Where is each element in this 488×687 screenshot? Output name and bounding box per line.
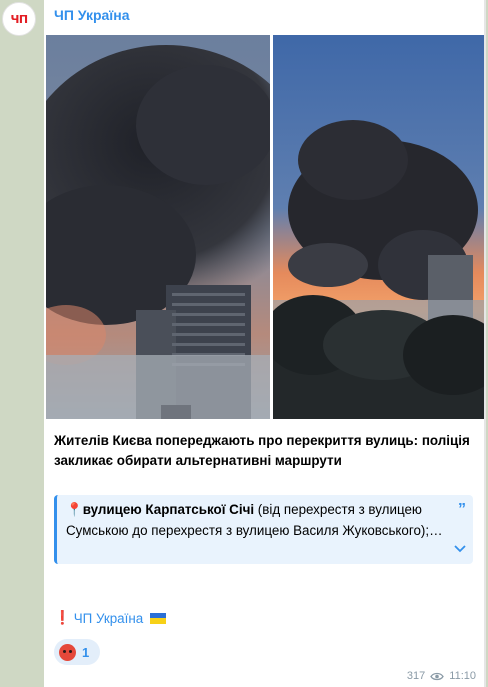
angry-face-icon	[59, 643, 76, 661]
reaction-count: 1	[82, 644, 90, 660]
source-link[interactable]: ЧП Україна	[74, 611, 144, 626]
post-headline: Жителів Києва попереджають про перекритт…	[54, 433, 470, 468]
pin-icon: 📍	[66, 502, 83, 517]
scrollbar[interactable]	[484, 0, 486, 687]
exclamation-icon: ❗	[54, 610, 71, 625]
source-line: ❗ ЧП Україна	[54, 610, 167, 626]
photo-1[interactable]	[46, 35, 270, 419]
quote-block[interactable]: 📍вулицею Карпатської Січі (від перехрест…	[54, 495, 473, 564]
photo-2[interactable]	[273, 35, 484, 419]
quote-street: вулицею Карпатської Січі	[82, 502, 255, 517]
eye-icon	[430, 672, 445, 680]
channel-avatar[interactable]: ЧП	[2, 2, 36, 36]
message-bubble: ЧП Україна Жителів Києва попереджають пр…	[44, 0, 486, 687]
reaction-button[interactable]: 1	[54, 639, 100, 665]
message-meta: 317 11:10	[407, 670, 476, 682]
chevron-down-icon[interactable]	[454, 539, 466, 560]
photo-album	[46, 35, 484, 419]
ukraine-flag-icon	[150, 612, 167, 624]
channel-name[interactable]: ЧП Україна	[54, 7, 130, 23]
view-count: 317	[406, 670, 426, 682]
message-time: 11:10	[449, 670, 476, 682]
quote-mark-icon: ”	[458, 501, 466, 518]
avatar-text: ЧП	[10, 12, 28, 26]
